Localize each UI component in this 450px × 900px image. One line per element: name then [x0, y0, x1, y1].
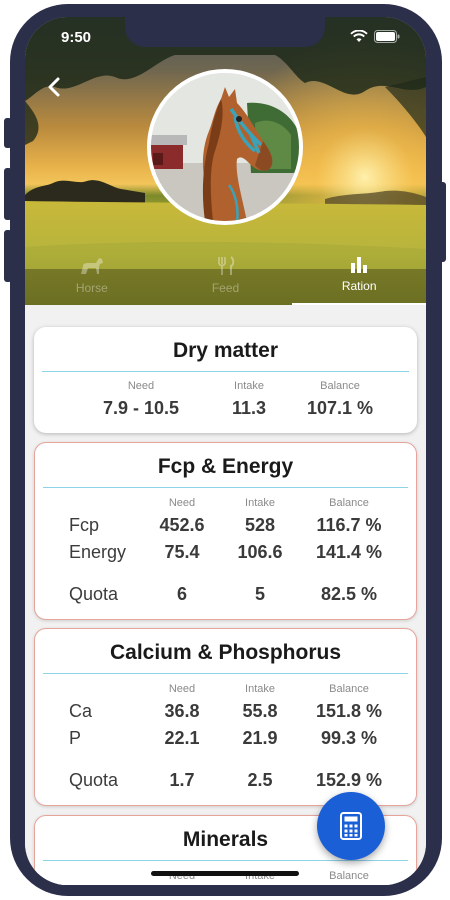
balance-value: 116.7 %: [316, 515, 382, 535]
card-title: Dry matter: [172, 339, 279, 362]
calculator-button[interactable]: [317, 792, 385, 860]
row-label: Quota: [69, 770, 119, 790]
balance-value: 99.3 %: [320, 728, 378, 748]
cutlery-icon: [215, 255, 237, 277]
row-label: Energy: [69, 542, 127, 562]
chevron-left-icon: [48, 77, 60, 97]
header-need: Need: [127, 380, 155, 392]
app-screen: 9:50 Horse Feed Ration Dry matter Need I…: [25, 17, 426, 885]
card-title: Calcium & Phosphorus: [109, 641, 342, 664]
horse-avatar: [147, 69, 303, 225]
header-intake: Intake: [245, 683, 275, 695]
home-indicator[interactable]: [151, 871, 299, 876]
column-headers: Need Intake Balance: [34, 380, 417, 394]
intake-value: 21.9: [242, 728, 278, 748]
intake-value: 55.8: [242, 701, 278, 721]
need-value: 1.7: [169, 770, 195, 790]
tab-feed-label: Feed: [211, 281, 240, 295]
row-label: P: [69, 728, 82, 748]
need-value: 22.1: [164, 728, 200, 748]
bar-chart-icon: [349, 253, 369, 275]
column-headers: Need Intake Balance: [35, 497, 416, 511]
tab-ration[interactable]: Ration: [292, 243, 426, 305]
phone-mute-switch: [4, 118, 12, 148]
energy-row: Energy 75.4 106.6 141.4 %: [35, 542, 416, 564]
tab-feed[interactable]: Feed: [159, 243, 293, 305]
row-label: Fcp: [69, 515, 100, 535]
intake-value: 11.3: [231, 398, 267, 418]
values-row: 7.9 - 10.5 11.3 107.1 %: [34, 398, 417, 420]
tab-bar: Horse Feed Ration: [25, 243, 426, 305]
intake-value: 528: [244, 515, 276, 535]
status-icons: [350, 30, 400, 43]
row-label: Quota: [69, 584, 119, 604]
tab-horse-label: Horse: [75, 281, 108, 295]
tab-ration-label: Ration: [341, 279, 377, 293]
need-value: 36.8: [164, 701, 200, 721]
phone-volume-down: [4, 230, 12, 282]
balance-value: 82.5 %: [320, 584, 378, 604]
dry-matter-card: Dry matter Need Intake Balance 7.9 - 10.…: [34, 327, 417, 433]
need-value: 7.9 - 10.5: [102, 398, 180, 418]
phone-power-button: [438, 182, 446, 262]
balance-value: 107.1 %: [306, 398, 374, 418]
need-value: 452.6: [159, 515, 205, 535]
intake-value: 106.6: [237, 542, 283, 562]
header-balance: Balance: [329, 870, 369, 882]
quota-row: Quota 1.7 2.5 152.9 %: [35, 770, 416, 792]
phone-notch: [125, 17, 325, 47]
header-balance: Balance: [320, 380, 360, 392]
battery-icon: [374, 30, 400, 43]
status-time: 9:50: [61, 29, 92, 46]
need-value: 6: [176, 584, 188, 604]
calculator-icon: [340, 812, 362, 840]
need-value: 75.4: [164, 542, 200, 562]
fcp-row: Fcp 452.6 528 116.7 %: [35, 515, 416, 542]
card-title: Fcp & Energy: [157, 455, 294, 478]
balance-value: 151.8 %: [315, 701, 383, 721]
wifi-icon: [350, 30, 368, 42]
header-intake: Intake: [234, 380, 264, 392]
header-balance: Balance: [329, 683, 369, 695]
header-balance: Balance: [329, 497, 369, 509]
quota-row: Quota 6 5 82.5 %: [35, 584, 416, 606]
balance-value: 152.9 %: [315, 770, 383, 790]
balance-value: 141.4 %: [315, 542, 383, 562]
back-button[interactable]: [43, 75, 67, 99]
ca-row: Ca 36.8 55.8 151.8 %: [35, 701, 416, 728]
intake-value: 2.5: [247, 770, 273, 790]
header-intake: Intake: [245, 497, 275, 509]
horse-photo: [151, 73, 299, 221]
header-need: Need: [168, 683, 196, 695]
phone-volume-up: [4, 168, 12, 220]
fcp-energy-card: Fcp & Energy Need Intake Balance Fcp 452…: [34, 442, 417, 620]
horse-icon: [79, 255, 105, 277]
intake-value: 5: [254, 584, 266, 604]
header-need: Need: [168, 497, 196, 509]
p-row: P 22.1 21.9 99.3 %: [35, 728, 416, 750]
column-headers: Need Intake Balance: [35, 683, 416, 697]
row-label: Ca: [69, 701, 93, 721]
tab-horse[interactable]: Horse: [25, 243, 159, 305]
calcium-phosphorus-card: Calcium & Phosphorus Need Intake Balance…: [34, 628, 417, 806]
